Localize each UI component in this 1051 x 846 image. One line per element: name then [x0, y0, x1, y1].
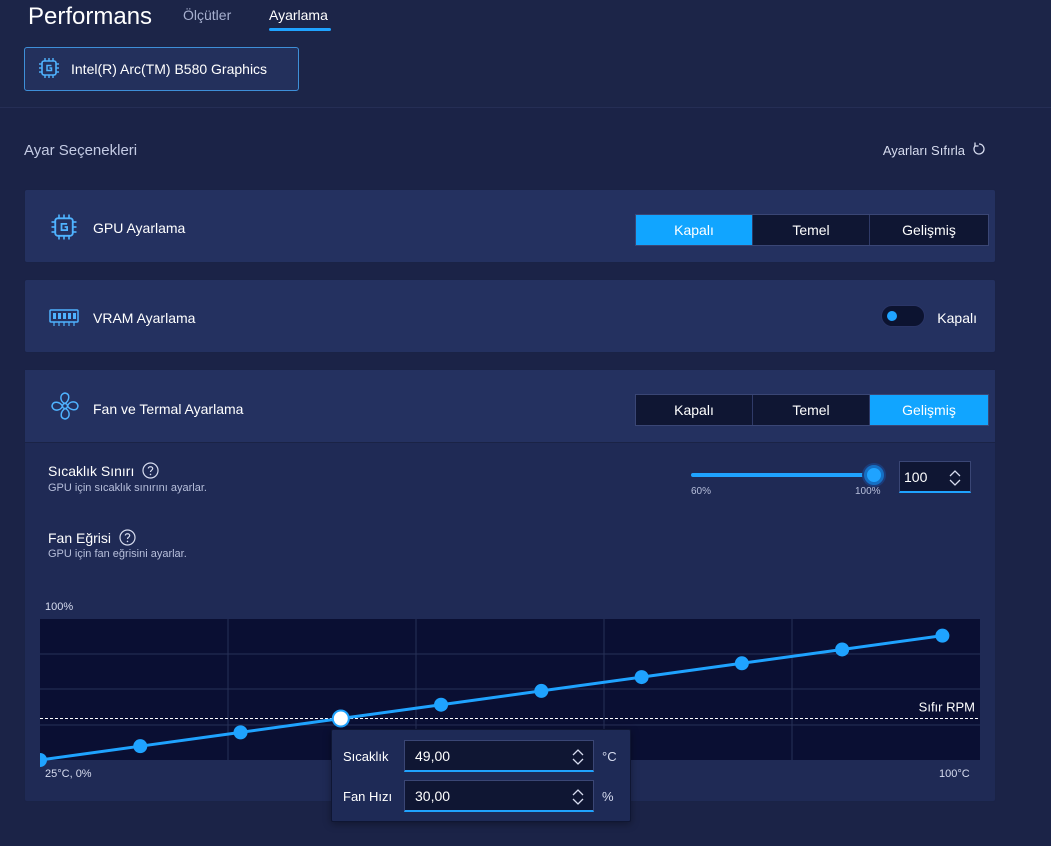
fan-mode-advanced-button[interactable]: Gelişmiş: [870, 395, 988, 425]
fan-tuning-mode-selector: Kapalı Temel Gelişmiş: [635, 394, 989, 426]
slider-max-label: 100%: [855, 486, 881, 497]
gpu-mode-basic-button[interactable]: Temel: [753, 215, 870, 245]
temp-limit-description: GPU için sıcaklık sınırını ayarlar.: [48, 482, 207, 494]
fan-curve-point[interactable]: [233, 725, 248, 740]
gpu-mode-advanced-button[interactable]: Gelişmiş: [870, 215, 988, 245]
vram-toggle-label: Kapalı: [937, 310, 977, 326]
device-selector[interactable]: Intel(R) Arc(TM) B580 Graphics: [24, 47, 299, 91]
point-editor-popup: Sıcaklık 49,00 °C Fan Hızı 30,00 %: [331, 729, 631, 822]
toggle-knob: [887, 311, 897, 321]
fan-curve-title-row: Fan Eğrisi: [48, 529, 136, 546]
help-icon[interactable]: [142, 462, 159, 479]
memory-module-icon: [49, 306, 79, 333]
gpu-mode-off-button[interactable]: Kapalı: [636, 215, 753, 245]
fan-curve-point[interactable]: [434, 697, 449, 712]
fan-speed-value: 30,00: [415, 787, 451, 804]
y-max-label: 100%: [45, 601, 74, 613]
help-icon[interactable]: [119, 529, 136, 546]
fan-icon: [49, 390, 81, 427]
gpu-chip-icon: [49, 212, 79, 247]
temp-limit-input[interactable]: 100: [899, 461, 971, 493]
fan-curve-point-selected[interactable]: [331, 709, 350, 728]
section-title: Ayar Seçenekleri: [24, 142, 138, 159]
gpu-chip-icon: [37, 56, 71, 83]
vram-tuning-card: VRAM Ayarlama Kapalı: [24, 279, 996, 353]
gpu-tuning-mode-selector: Kapalı Temel Gelişmiş: [635, 214, 989, 246]
app-title: Performans: [28, 3, 153, 30]
tab-ayarlama[interactable]: Ayarlama: [269, 7, 328, 23]
fan-tuning-title: Fan ve Termal Ayarlama: [93, 401, 244, 417]
fan-mode-off-button[interactable]: Kapalı: [636, 395, 753, 425]
fan-curve-point[interactable]: [634, 670, 649, 685]
fan-curve-point[interactable]: [534, 683, 549, 698]
temperature-input[interactable]: 49,00: [404, 740, 594, 772]
gpu-tuning-title: GPU Ayarlama: [93, 220, 186, 236]
vram-tuning-title: VRAM Ayarlama: [93, 310, 196, 326]
fan-curve-point[interactable]: [734, 656, 749, 671]
stepper-icon[interactable]: [571, 748, 585, 769]
fan-speed-input[interactable]: 30,00: [404, 780, 594, 812]
slider-min-label: 60%: [691, 486, 712, 497]
reset-label: Ayarları Sıfırla: [882, 143, 965, 158]
temp-limit-slider-thumb[interactable]: [864, 465, 884, 485]
temperature-unit: °C: [602, 749, 617, 764]
temp-limit-title: Sıcaklık Sınırı: [48, 462, 135, 479]
top-bar: Performans Ölçütler Ayarlama Intel(R) Ar…: [0, 0, 1051, 108]
active-tab-indicator: [269, 28, 331, 31]
device-name: Intel(R) Arc(TM) B580 Graphics: [71, 61, 268, 77]
fan-mode-basic-button[interactable]: Temel: [753, 395, 870, 425]
fan-curve-point[interactable]: [133, 739, 148, 754]
fan-thermal-header: Fan ve Termal Ayarlama Kapalı Temel Geli…: [25, 370, 995, 443]
temp-limit-value: 100: [904, 468, 928, 485]
temperature-value: 49,00: [415, 747, 451, 764]
temp-limit-title-row: Sıcaklık Sınırı: [48, 462, 159, 479]
fan-curve-point[interactable]: [935, 628, 950, 643]
tab-olcutler[interactable]: Ölçütler: [183, 7, 231, 23]
fan-speed-label: Fan Hızı: [343, 789, 393, 804]
zero-rpm-label: Sıfır RPM: [919, 700, 975, 715]
fan-curve-description: GPU için fan eğrisini ayarlar.: [48, 548, 187, 560]
fan-curve-point[interactable]: [835, 642, 850, 657]
vram-tuning-toggle[interactable]: [881, 305, 925, 327]
reset-settings-button[interactable]: Ayarları Sıfırla: [883, 141, 987, 160]
stepper-icon[interactable]: [571, 788, 585, 809]
temperature-label: Sıcaklık: [343, 749, 389, 764]
stepper-icon[interactable]: [948, 469, 962, 490]
temp-limit-slider-track[interactable]: [691, 473, 876, 477]
fan-speed-unit: %: [602, 789, 614, 804]
fan-curve-title: Fan Eğrisi: [48, 529, 112, 546]
gpu-tuning-card: GPU Ayarlama Kapalı Temel Gelişmiş: [24, 189, 996, 263]
reset-icon: [965, 141, 987, 160]
